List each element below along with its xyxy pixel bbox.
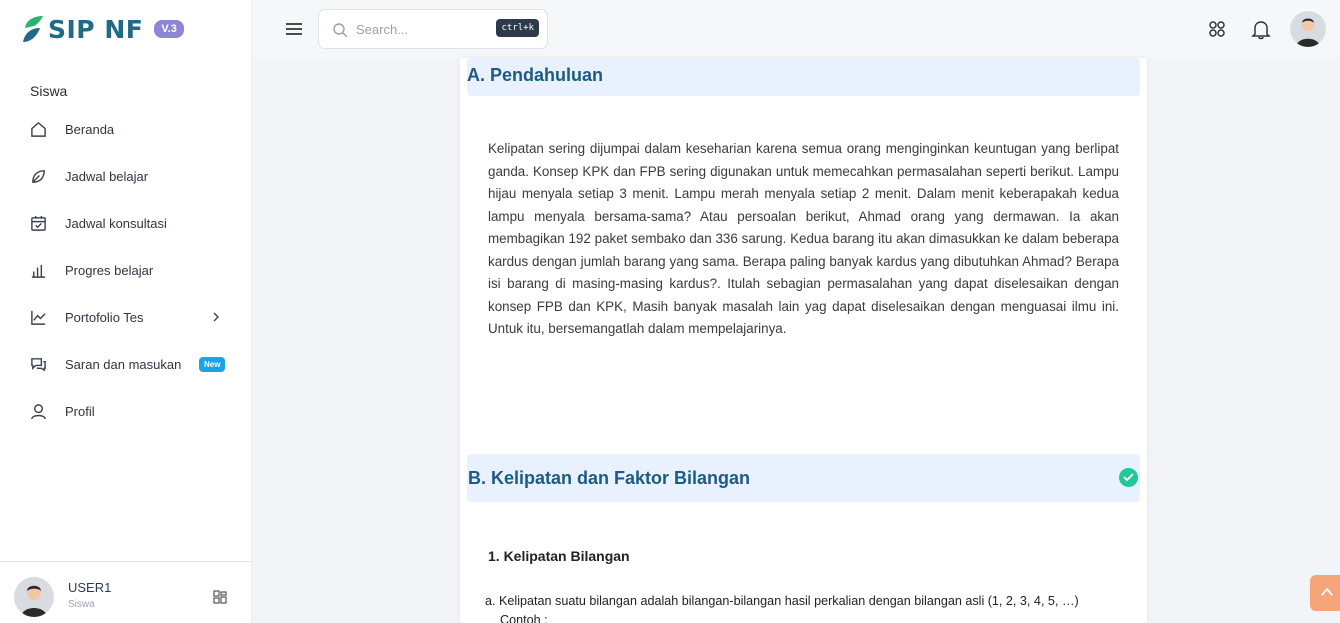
- leaf-logo-icon: [23, 16, 43, 42]
- bar-chart-icon: [29, 262, 47, 280]
- chat-icon: [29, 356, 47, 374]
- search-icon: [333, 23, 348, 38]
- sidebar-item-profil[interactable]: Profil: [0, 388, 252, 435]
- sidebar-item-label: Progres belajar: [65, 263, 154, 278]
- sidebar-item-label: Beranda: [65, 122, 115, 137]
- shortcut-hint: ctrl+k: [496, 19, 539, 37]
- lesson-content: A. Pendahuluan Kelipatan sering dijumpai…: [460, 58, 1147, 623]
- scroll-to-top-button[interactable]: [1310, 575, 1340, 611]
- sidebar-item-label: Saran dan masukan: [65, 357, 182, 372]
- chevron-right-icon: [213, 312, 219, 322]
- sidebar-item-label: Portofolio Tes: [65, 310, 144, 325]
- sidebar-user-panel: USER1 Siswa: [0, 561, 252, 623]
- sidebar-nav: Beranda Jadwal belajar Jadwal konsultasi…: [0, 106, 252, 435]
- sidebar-section-title: Siswa: [30, 83, 68, 99]
- sidebar-item-jadwal-belajar[interactable]: Jadwal belajar: [0, 153, 252, 200]
- brand-name: SIP NF: [48, 14, 144, 44]
- calendar-check-icon: [29, 215, 47, 233]
- user-name: USER1: [68, 580, 112, 595]
- apps-grid-icon[interactable]: [1206, 18, 1228, 40]
- topbar: ctrl+k: [252, 0, 1340, 58]
- section-a-title: A. Pendahuluan: [467, 65, 604, 85]
- sidebar-item-portofolio-tes[interactable]: Portofolio Tes: [0, 294, 252, 341]
- profile-avatar[interactable]: [1290, 11, 1326, 47]
- user-role: Siswa: [68, 599, 95, 610]
- sidebar-item-label: Jadwal belajar: [65, 169, 149, 184]
- subsection-heading: 1. Kelipatan Bilangan: [488, 548, 630, 564]
- sidebar-item-label: Profil: [65, 404, 95, 419]
- list-item: a. Kelipatan suatu bilangan adalah bilan…: [485, 594, 1079, 608]
- search-box[interactable]: ctrl+k: [318, 9, 548, 49]
- version-badge: V.3: [154, 20, 184, 38]
- sidebar-item-beranda[interactable]: Beranda: [0, 106, 252, 153]
- sidebar-item-label: Jadwal konsultasi: [65, 216, 167, 231]
- search-input[interactable]: [356, 18, 486, 40]
- sidebar: SIP NF V.3 Siswa Beranda Jadwal belajar …: [0, 0, 252, 623]
- hamburger-menu-icon[interactable]: [285, 20, 303, 38]
- settings-grid-icon[interactable]: [213, 590, 227, 604]
- line-chart-icon: [29, 309, 47, 327]
- bell-icon[interactable]: [1250, 18, 1272, 40]
- user-icon: [29, 403, 47, 421]
- chevron-up-icon: [1321, 587, 1333, 596]
- check-circle-icon: [1119, 468, 1138, 487]
- sidebar-item-progres-belajar[interactable]: Progres belajar: [0, 247, 252, 294]
- avatar[interactable]: [14, 577, 54, 617]
- list-item-continuation: Contoh :: [500, 613, 548, 623]
- sidebar-item-saran-dan-masukan[interactable]: Saran dan masukan New: [0, 341, 252, 388]
- home-icon: [29, 121, 47, 139]
- section-b-header[interactable]: B. Kelipatan dan Faktor Bilangan: [467, 454, 1140, 502]
- section-b-title: B. Kelipatan dan Faktor Bilangan: [468, 468, 751, 488]
- sidebar-item-jadwal-konsultasi[interactable]: Jadwal konsultasi: [0, 200, 252, 247]
- leaf-icon: [29, 168, 47, 186]
- new-badge: New: [199, 357, 226, 372]
- section-a-header[interactable]: A. Pendahuluan: [467, 58, 1140, 96]
- brand-logo[interactable]: SIP NF V.3: [22, 12, 184, 46]
- intro-paragraph: Kelipatan sering dijumpai dalam kesehari…: [488, 141, 1119, 336]
